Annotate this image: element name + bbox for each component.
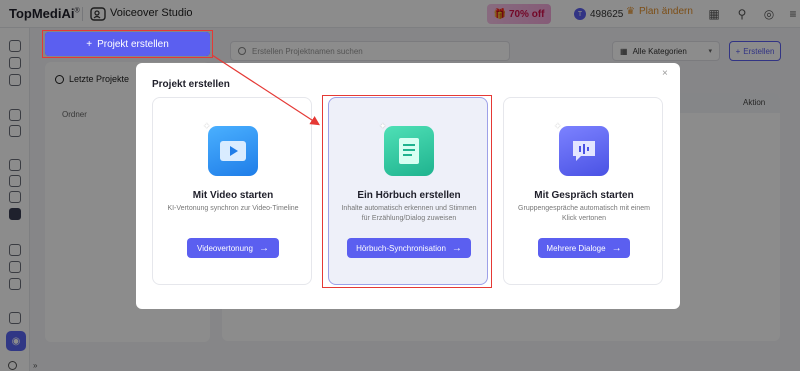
- sparkle-icon: ✦: [203, 121, 211, 131]
- create-project-label: Projekt erstellen: [97, 38, 169, 50]
- arrow-right-icon: →: [611, 242, 622, 254]
- multiple-dialogues-button[interactable]: Mehrere Dialoge →: [538, 238, 630, 258]
- create-project-button-highlight[interactable]: + Projekt erstellen: [45, 32, 210, 56]
- card-description: Gruppengespräche automatisch mit einem K…: [518, 205, 650, 222]
- card-title: Mit Gespräch starten: [534, 190, 634, 201]
- card-description: KI-Vertonung synchron zur Video-Timeline: [167, 205, 299, 212]
- sparkle-icon: ✦: [554, 121, 562, 131]
- card-title: Mit Video starten: [192, 190, 274, 201]
- chat-bubble-icon: ✦: [554, 121, 609, 176]
- arrow-right-icon: →: [258, 242, 269, 254]
- button-label: Mehrere Dialoge: [546, 243, 606, 253]
- button-label: Videovertonung: [197, 243, 253, 253]
- card-conversation[interactable]: ✦ Mit Gespräch starten Gruppengespräche …: [503, 97, 663, 285]
- video-play-icon: ✦: [203, 121, 258, 176]
- plus-icon: +: [86, 38, 93, 50]
- video-dubbing-button[interactable]: Videovertonung →: [187, 238, 279, 258]
- annotation-outline-audiobook: [322, 95, 492, 288]
- close-icon[interactable]: ×: [662, 68, 668, 79]
- dialog-title: Projekt erstellen: [152, 79, 230, 90]
- card-video-start[interactable]: ✦ Mit Video starten KI-Vertonung synchro…: [152, 97, 312, 285]
